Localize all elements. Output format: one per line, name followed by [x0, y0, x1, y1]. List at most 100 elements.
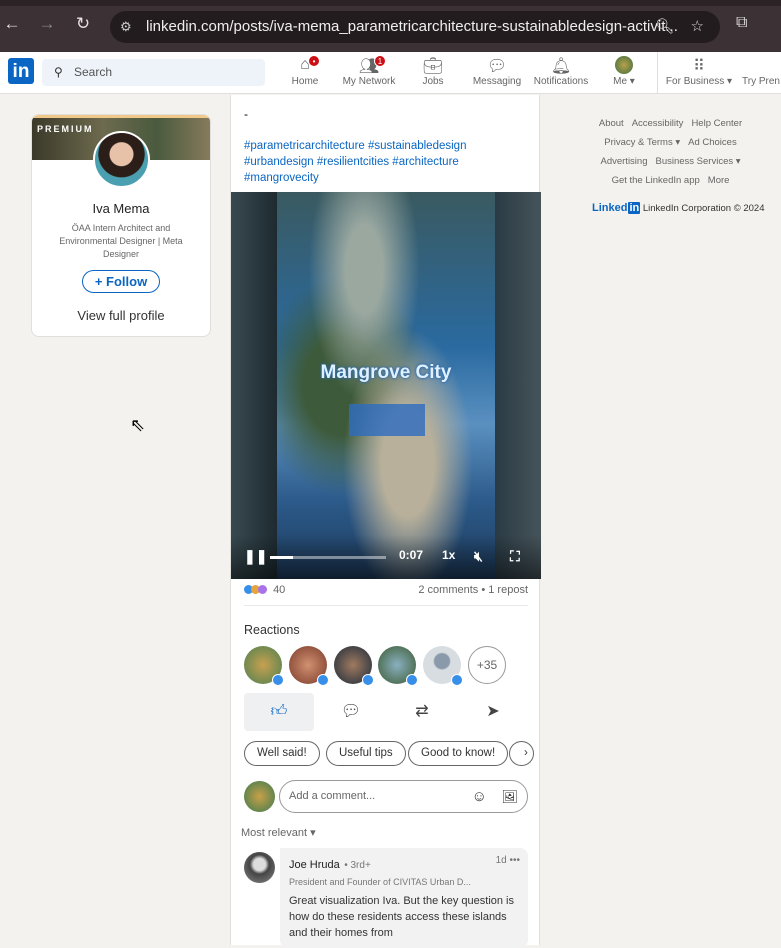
emoji-icon[interactable]: ☺ [472, 781, 487, 812]
pause-icon[interactable]: ❚❚ [244, 548, 267, 565]
home-badge: • [308, 55, 320, 67]
footer-link[interactable]: Privacy & Terms ▾ [604, 137, 680, 148]
footer-link[interactable]: Advertising [600, 156, 647, 167]
follow-button[interactable]: + Follow [81, 270, 161, 293]
comment-author[interactable]: Joe Hruda [289, 859, 340, 871]
comment-input[interactable]: Add a comment... ☺ 🖼︎ [279, 780, 528, 813]
video-frame [277, 192, 495, 579]
repost-button[interactable]: ⇄ [387, 693, 457, 731]
my-avatar [244, 781, 275, 812]
like-icon [272, 674, 284, 686]
reply-chip[interactable]: Good to know! [408, 741, 509, 766]
nav-divider [657, 52, 658, 94]
like-button[interactable]: 👍︎ [244, 693, 314, 731]
profile-avatar[interactable] [93, 131, 150, 188]
image-icon[interactable]: 🖼︎ [501, 781, 518, 812]
zoom-icon[interactable]: 🔍︎ [655, 11, 674, 43]
messaging-icon: 💬︎ [486, 58, 508, 75]
nav-home[interactable]: ⌂ • Home [270, 55, 340, 87]
reactor-avatar[interactable] [289, 646, 329, 686]
nav-label: Home [291, 76, 319, 87]
reply-chip[interactable]: Useful tips [326, 741, 406, 766]
nav-for-business[interactable]: ⠿ For Business ▾ [664, 56, 734, 87]
more-reactors-button[interactable]: +35 [468, 646, 506, 684]
comment-button[interactable]: 💬︎ [316, 693, 386, 731]
footer-link[interactable]: Ad Choices [688, 137, 737, 148]
network-badge: 1 [374, 55, 386, 67]
post-stats: 40 2 comments • 1 repost [244, 584, 528, 606]
linkedin-wordmark: Linked in [592, 202, 641, 214]
address-bar[interactable]: ⚙ linkedin.com/posts/iva-mema_parametric… [110, 11, 720, 43]
comment-author-headline: President and Founder of CIVITAS Urban D… [289, 877, 471, 887]
profile-name[interactable]: Iva Mema [32, 201, 210, 216]
wordmark-text: Linked [592, 202, 628, 214]
forward-icon[interactable]: → [37, 14, 57, 34]
nav-label: My Network [342, 76, 396, 87]
muted-icon[interactable]: 🔇︎ [474, 548, 483, 565]
video-title-overlay: Mangrove City [320, 362, 452, 383]
copyright: LinkedIn Corporation © 2024 [642, 203, 765, 214]
linkedin-logo[interactable]: in [8, 58, 34, 84]
extensions-icon[interactable]: ⧉ [736, 14, 747, 32]
comment-text: Great visualization Iva. But the key que… [289, 895, 515, 939]
bookmark-star-icon[interactable]: ☆ [691, 11, 704, 43]
like-icon [317, 674, 329, 686]
reaction-count[interactable]: 40 [273, 584, 285, 596]
fullscreen-icon[interactable]: ⛶ [510, 548, 520, 565]
reactor-avatar[interactable] [378, 646, 418, 686]
reply-chip[interactable]: Well said! [244, 741, 320, 766]
nav-label: Jobs [422, 76, 444, 87]
url-text: linkedin.com/posts/iva-mema_parametricar… [146, 18, 678, 35]
footer-link[interactable]: About [599, 118, 624, 129]
footer-link[interactable]: More [708, 175, 730, 186]
video-time: 0:07 [399, 548, 424, 562]
send-button[interactable]: ➤ [458, 693, 528, 731]
premium-label: PREMIUM [37, 124, 94, 134]
chevron-right-icon[interactable]: › [509, 741, 534, 766]
search-input[interactable]: ⚲ Search [42, 59, 265, 86]
search-placeholder: Search [74, 65, 113, 79]
nav-me[interactable]: Me ▾ [589, 56, 659, 87]
me-avatar [615, 56, 633, 74]
mouse-cursor-icon: ⇖ [130, 415, 146, 435]
post-actions: 👍︎ 💬︎ ⇄ ➤ [244, 693, 528, 731]
comment-placeholder: Add a comment... [289, 790, 376, 802]
reactor-avatar[interactable] [334, 646, 374, 686]
back-icon[interactable]: ← [2, 14, 22, 34]
commenter-avatar[interactable] [244, 852, 275, 883]
comment-degree: • 3rd+ [344, 860, 371, 871]
home-icon: ⌂ • [270, 55, 340, 76]
nav-label: Try Pren [742, 76, 780, 87]
view-full-profile-link[interactable]: View full profile [32, 308, 210, 323]
footer-link[interactable]: Help Center [691, 118, 742, 129]
nav-messaging[interactable]: 💬︎ Messaging [462, 56, 532, 87]
linkedin-navbar: in ⚲ Search ⌂ • Home 👥︎ 1 My Network 💼︎ Jobs 💬… [0, 52, 781, 94]
briefcase-icon: 💼︎ [422, 58, 444, 75]
reactor-avatar[interactable] [244, 646, 284, 686]
comment-item: Joe Hruda • 3rd+ 1d ••• President and Fo… [280, 848, 528, 948]
comment-time-options[interactable]: 1d ••• [496, 855, 520, 866]
sort-comments-dropdown[interactable]: Most relevant ▾ [241, 826, 316, 839]
video-subtitle-overlay [349, 404, 425, 436]
playback-speed-button[interactable]: 1x [442, 548, 455, 562]
nav-notifications[interactable]: 🔔︎ Notifications [526, 56, 596, 87]
comments-reposts-count[interactable]: 2 comments • 1 repost [418, 584, 528, 596]
reactor-avatar[interactable] [423, 646, 463, 686]
footer-link[interactable]: Business Services ▾ [655, 156, 740, 167]
footer-link[interactable]: Get the LinkedIn app [612, 175, 700, 186]
nav-label: Me ▾ [613, 76, 635, 87]
reload-icon[interactable]: ↻ [73, 14, 93, 34]
like-icon [362, 674, 374, 686]
bell-icon: 🔔︎ [550, 58, 572, 75]
site-settings-icon[interactable]: ⚙ [120, 11, 132, 43]
nav-my-network[interactable]: 👥︎ 1 My Network [334, 55, 404, 87]
post-hashtags[interactable]: #parametricarchitecture #sustainabledesi… [244, 138, 534, 186]
video-player[interactable]: Mangrove City ❚❚ 0:07 1x 🔇︎ ⛶ [231, 192, 541, 579]
video-progress-bar[interactable] [270, 556, 386, 559]
video-controls: ❚❚ 0:07 1x 🔇︎ ⛶ [231, 535, 541, 579]
footer-link[interactable]: Accessibility [632, 118, 684, 129]
nav-try-premium[interactable]: Try Pren [742, 56, 781, 87]
nav-jobs[interactable]: 💼︎ Jobs [398, 56, 468, 87]
like-icon [406, 674, 418, 686]
nav-label: Notifications [533, 76, 589, 87]
